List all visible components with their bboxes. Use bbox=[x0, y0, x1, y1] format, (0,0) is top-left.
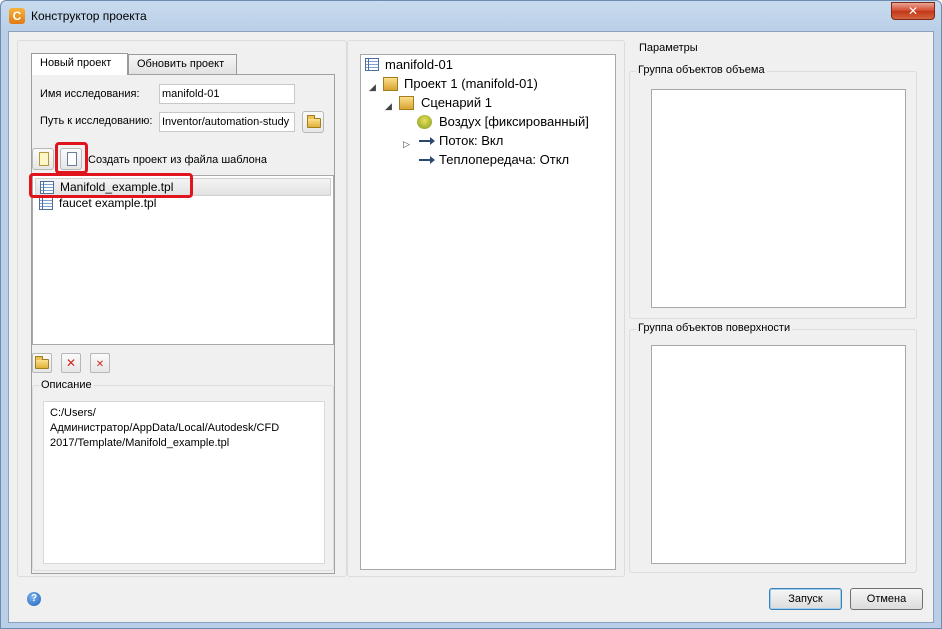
yellow-document-icon bbox=[39, 152, 49, 166]
cfd-app-icon: C bbox=[9, 8, 25, 24]
create-from-template-label: Создать проект из файла шаблона bbox=[88, 154, 267, 166]
project-tree[interactable]: manifold-01 ◢ Проект 1 (manifold-01) ◢ С… bbox=[360, 54, 616, 570]
clear-x-icon: ✕ bbox=[95, 359, 105, 370]
new-blank-project-button[interactable] bbox=[32, 148, 54, 170]
volume-objects-list[interactable] bbox=[651, 89, 906, 308]
template-list-item[interactable]: faucet example.tpl bbox=[35, 195, 331, 213]
middle-panel: manifold-01 ◢ Проект 1 (manifold-01) ◢ С… bbox=[347, 40, 625, 577]
study-path-input[interactable]: Inventor/automation-study bbox=[159, 112, 295, 132]
description-title: Описание bbox=[39, 379, 94, 391]
window-title: Конструктор проекта bbox=[31, 9, 147, 23]
help-icon[interactable]: ? bbox=[27, 592, 41, 606]
study-name-label: Имя исследования: bbox=[40, 88, 140, 100]
project-builder-window: C Конструктор проекта ✕ Новый проект Обн… bbox=[0, 0, 942, 629]
run-button[interactable]: Запуск bbox=[769, 588, 842, 610]
close-button[interactable]: ✕ bbox=[891, 2, 935, 20]
description-text: C:/Users/Администратор/AppData/Local/Aut… bbox=[43, 401, 325, 564]
tab-new-project[interactable]: Новый проект bbox=[31, 53, 128, 75]
study-icon bbox=[365, 58, 379, 71]
expanded-caret-icon: ◢ bbox=[385, 101, 392, 111]
title-bar[interactable]: C Конструктор проекта ✕ bbox=[1, 1, 941, 31]
description-group: Описание C:/Users/Администратор/AppData/… bbox=[32, 379, 334, 571]
surface-objects-list[interactable] bbox=[651, 345, 906, 564]
surface-group-title: Группа объектов поверхности bbox=[636, 322, 793, 334]
tab-update-project[interactable]: Обновить проект bbox=[128, 54, 237, 74]
parameters-title: Параметры bbox=[637, 42, 700, 54]
volume-group: Группа объектов объема bbox=[629, 64, 917, 319]
open-folder-icon bbox=[35, 356, 49, 369]
right-panel: Параметры Группа объектов объема Группа … bbox=[625, 40, 929, 577]
template-document-icon bbox=[67, 152, 77, 166]
collapsed-caret-icon: ▷ bbox=[403, 139, 410, 149]
material-icon bbox=[417, 115, 432, 129]
surface-group: Группа объектов поверхности bbox=[629, 322, 917, 573]
add-template-button[interactable] bbox=[32, 353, 52, 373]
remove-template-button[interactable]: ✕ bbox=[61, 353, 81, 373]
template-project-button[interactable] bbox=[60, 148, 82, 170]
open-folder-icon bbox=[307, 115, 321, 128]
left-panel: Новый проект Обновить проект Имя исследо… bbox=[17, 40, 347, 577]
template-list-item[interactable]: Manifold_example.tpl bbox=[35, 178, 331, 196]
scenario-icon bbox=[399, 96, 414, 110]
flow-arrow-icon bbox=[419, 137, 435, 145]
expanded-caret-icon: ◢ bbox=[369, 82, 376, 92]
clear-templates-button[interactable]: ✕ bbox=[90, 353, 110, 373]
cancel-button[interactable]: Отмена bbox=[850, 588, 923, 610]
volume-group-title: Группа объектов объема bbox=[636, 64, 767, 76]
study-path-label: Путь к исследованию: bbox=[40, 115, 153, 127]
browse-folder-button[interactable] bbox=[302, 111, 324, 133]
heat-arrow-icon bbox=[419, 156, 435, 164]
template-file-name: Manifold_example.tpl bbox=[60, 180, 174, 194]
template-file-list[interactable]: Manifold_example.tpl faucet example.tpl bbox=[32, 175, 334, 345]
template-file-icon bbox=[39, 197, 53, 210]
template-file-icon bbox=[40, 181, 54, 194]
project-folder-icon bbox=[383, 77, 398, 91]
new-project-tab-body: Имя исследования: manifold-01 Путь к исс… bbox=[29, 74, 335, 574]
study-name-input[interactable]: manifold-01 bbox=[159, 84, 295, 104]
dialog-client-area: Новый проект Обновить проект Имя исследо… bbox=[8, 31, 934, 623]
red-x-icon: ✕ bbox=[65, 356, 77, 370]
template-file-name: faucet example.tpl bbox=[59, 196, 157, 210]
